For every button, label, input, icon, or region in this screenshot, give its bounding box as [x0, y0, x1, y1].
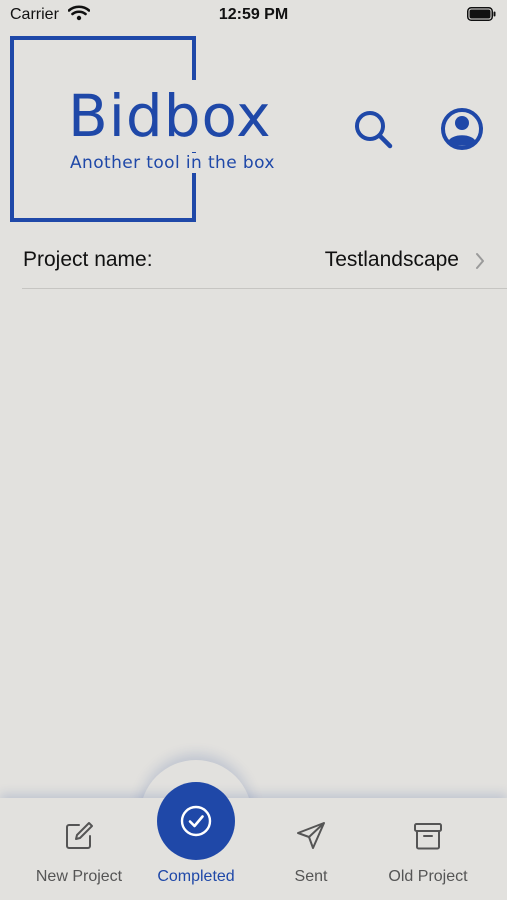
check-circle-icon	[180, 805, 212, 837]
tab-label: New Project	[35, 868, 123, 885]
archive-icon	[412, 820, 444, 857]
search-icon	[355, 111, 393, 149]
project-row[interactable]: Project name: Testlandscape	[22, 236, 507, 289]
battery-icon	[467, 7, 496, 21]
logo-title: Bidbox	[66, 80, 274, 152]
tab-new-project[interactable]: New Project	[24, 806, 134, 896]
status-bar: Carrier 12:59 PM	[0, 0, 507, 30]
chevron-right-icon	[475, 252, 485, 275]
tab-label: Old Project	[388, 868, 468, 885]
tab-completed[interactable]: Completed	[140, 782, 252, 892]
logo-tagline: Another tool in the box	[68, 153, 277, 173]
completed-fab[interactable]	[157, 782, 235, 860]
project-name-label: Project name:	[23, 248, 153, 271]
tab-sent[interactable]: Sent	[256, 806, 366, 896]
project-name-value: Testlandscape	[324, 248, 459, 271]
tab-old-project[interactable]: Old Project	[373, 806, 483, 896]
profile-button[interactable]	[439, 106, 485, 152]
tab-label: Completed	[157, 868, 235, 885]
tab-label: Sent	[294, 868, 328, 885]
search-button[interactable]	[350, 106, 396, 152]
send-icon	[295, 820, 327, 857]
edit-icon	[63, 820, 95, 857]
clock: 12:59 PM	[218, 6, 289, 23]
profile-icon	[441, 108, 483, 150]
